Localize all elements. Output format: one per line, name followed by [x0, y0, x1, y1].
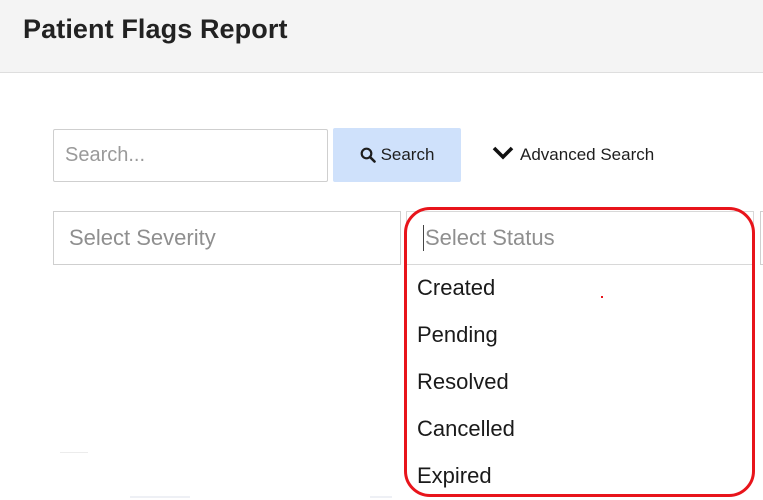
- page: Patient Flags Report Search Advanced Sea…: [0, 0, 763, 500]
- search-icon: [360, 147, 376, 163]
- search-button-label: Search: [380, 145, 435, 164]
- severity-select[interactable]: Select Severity: [53, 211, 401, 265]
- status-placeholder: Select Status: [425, 225, 555, 250]
- divider: [370, 496, 392, 498]
- advanced-search-label: Advanced Search: [520, 145, 655, 164]
- status-option-created[interactable]: Created: [417, 275, 495, 301]
- status-select[interactable]: Select Status: [406, 211, 754, 265]
- status-option-resolved[interactable]: Resolved: [417, 369, 509, 395]
- advanced-search-toggle[interactable]: Advanced Search: [492, 140, 654, 170]
- page-title: Patient Flags Report: [23, 14, 288, 44]
- status-dropdown-menu: Created Pending Resolved Cancelled Expir…: [406, 265, 754, 500]
- divider: [60, 452, 88, 453]
- search-input[interactable]: [53, 129, 328, 182]
- text-cursor: [423, 225, 424, 251]
- divider: [130, 496, 190, 498]
- status-option-pending[interactable]: Pending: [417, 322, 498, 348]
- status-option-expired[interactable]: Expired: [417, 463, 492, 489]
- search-button[interactable]: Search: [333, 128, 461, 182]
- status-option-cancelled[interactable]: Cancelled: [417, 416, 515, 442]
- annotation-dot: [601, 296, 603, 298]
- severity-placeholder: Select Severity: [69, 225, 216, 250]
- page-header: Patient Flags Report: [0, 0, 763, 73]
- chevron-down-icon: [492, 145, 514, 165]
